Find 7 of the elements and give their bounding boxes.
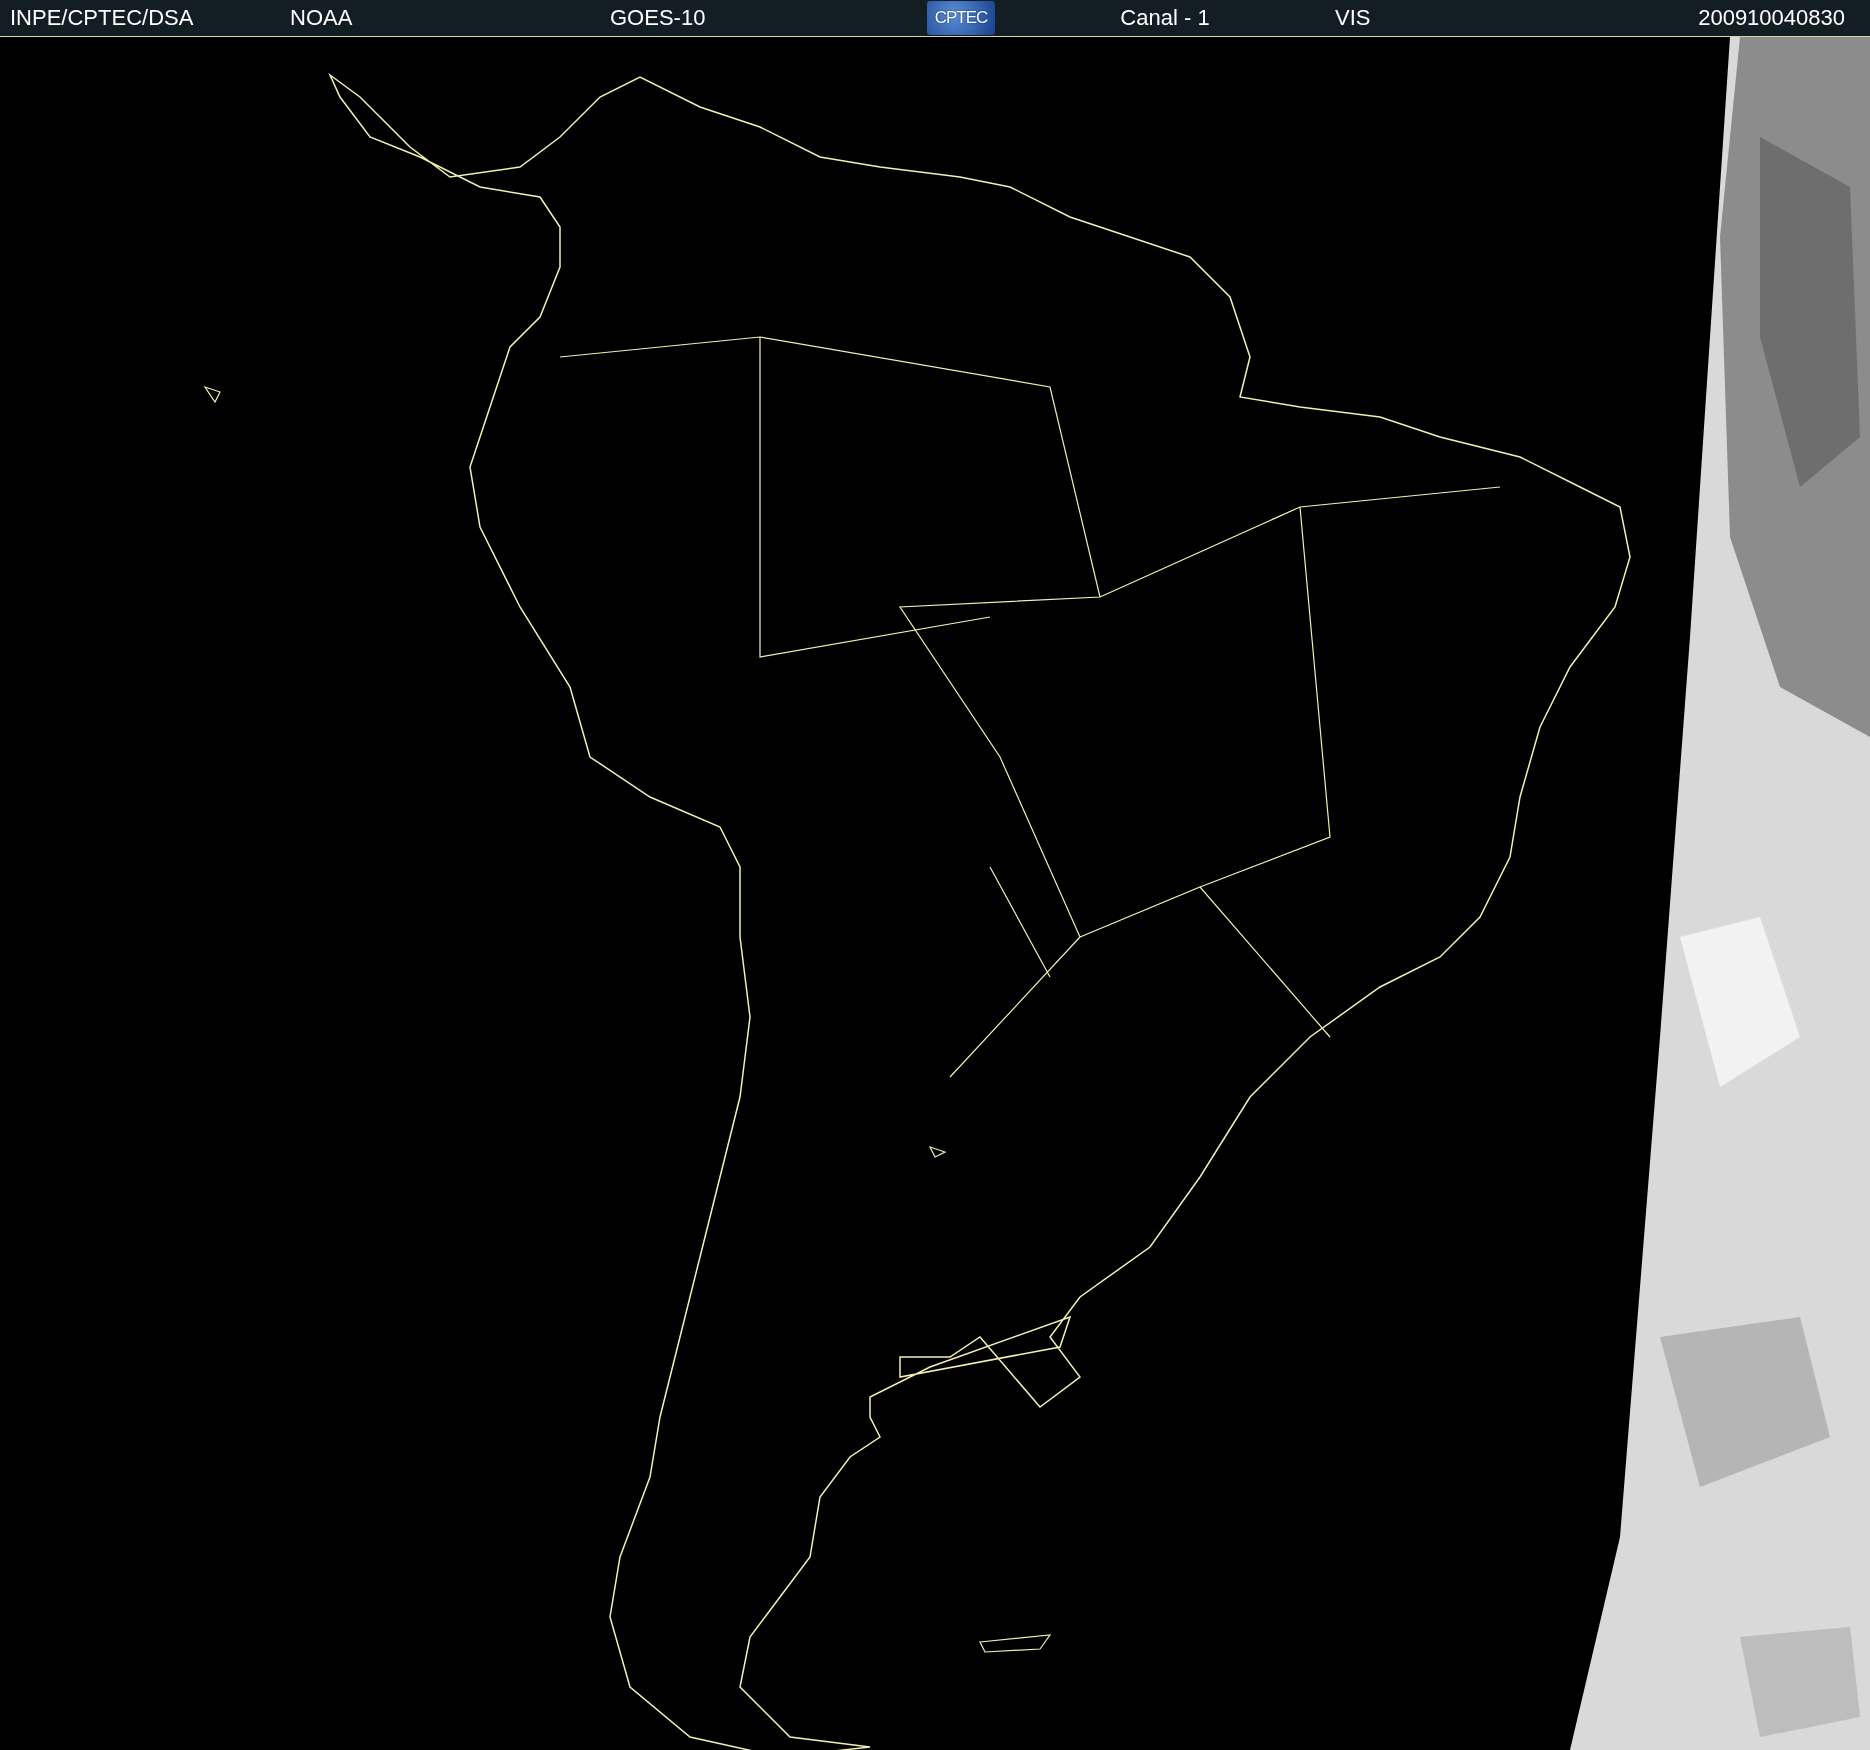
logo: CPTEC <box>927 1 995 35</box>
channel-label: Canal - 1 <box>1120 5 1210 31</box>
timestamp-label: 200910040830 <box>1698 5 1845 31</box>
band-label: VIS <box>1335 5 1371 31</box>
satellite-label: GOES-10 <box>610 5 706 31</box>
agency-label: INPE/CPTEC/DSA <box>10 5 194 31</box>
source-label: NOAA <box>290 5 353 31</box>
